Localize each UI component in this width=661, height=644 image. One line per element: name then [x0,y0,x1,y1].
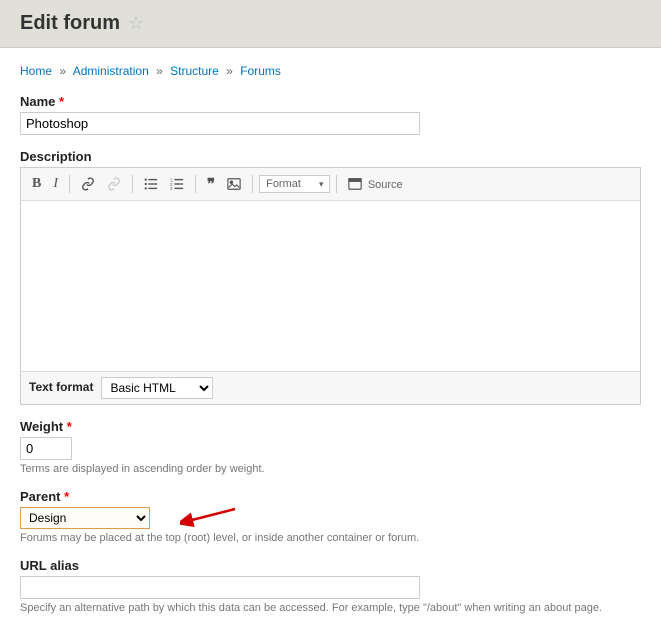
image-button[interactable] [222,174,246,195]
chevron-down-icon: ▾ [319,179,324,190]
rich-text-editor: B I 123 ❞ [20,167,641,405]
breadcrumb: Home » Administration » Structure » Foru… [20,64,641,78]
link-icon [81,177,95,191]
page-title: Edit forum [20,12,120,35]
breadcrumb-admin[interactable]: Administration [73,64,149,78]
numbered-list-icon: 123 [170,177,184,191]
favorite-star-icon[interactable]: ☆ [128,13,144,34]
page-header: Edit forum ☆ [0,0,661,48]
url-alias-input[interactable] [20,576,420,599]
text-format-select[interactable]: Basic HTML [101,377,213,399]
source-button[interactable]: Source [343,174,407,195]
url-alias-help: Specify an alternative path by which thi… [20,602,641,614]
italic-button[interactable]: I [48,173,63,195]
weight-input[interactable] [20,437,72,460]
name-input[interactable] [20,112,420,135]
description-label: Description [20,149,641,164]
image-icon [227,177,241,191]
bulleted-list-icon [144,177,158,191]
breadcrumb-structure[interactable]: Structure [170,64,219,78]
format-dropdown[interactable]: Format ▾ [259,175,330,193]
link-button[interactable] [76,174,100,195]
svg-text:3: 3 [170,187,173,192]
numbered-list-button[interactable]: 123 [165,174,189,195]
annotation-arrow-icon [180,505,240,527]
bulleted-list-button[interactable] [139,174,163,195]
editor-toolbar: B I 123 ❞ [21,168,640,201]
editor-textarea[interactable] [21,201,640,371]
parent-help: Forums may be placed at the top (root) l… [20,532,641,544]
parent-label: Parent * [20,489,641,504]
parent-select[interactable]: Design [20,507,150,529]
blockquote-button[interactable]: ❞ [202,172,220,196]
breadcrumb-home[interactable]: Home [20,64,52,78]
text-format-label: Text format [29,380,93,394]
unlink-icon [107,177,121,191]
name-label: Name * [20,94,641,109]
bold-button[interactable]: B [27,173,46,195]
source-icon [348,177,362,191]
weight-help: Terms are displayed in ascending order b… [20,463,641,475]
unlink-button[interactable] [102,174,126,195]
weight-label: Weight * [20,419,641,434]
breadcrumb-forums[interactable]: Forums [240,64,281,78]
url-alias-label: URL alias [20,558,641,573]
